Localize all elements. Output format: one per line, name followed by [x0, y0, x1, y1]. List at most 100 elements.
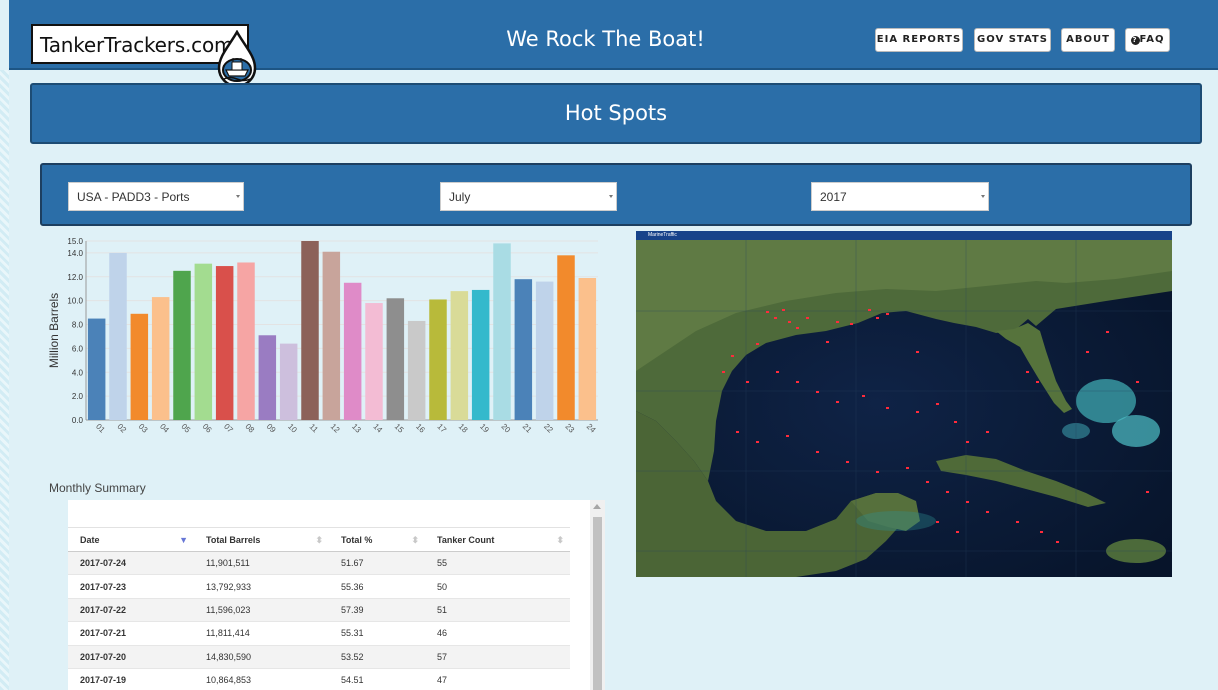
- cell-total-percent: 57.39: [329, 597, 425, 622]
- y-tick-label: 2.0: [72, 392, 84, 401]
- y-tick-label: 14.0: [67, 249, 83, 258]
- bar-24: [578, 277, 597, 420]
- bar-19: [471, 289, 490, 420]
- y-tick-label: 15.0: [67, 237, 83, 246]
- scroll-up-arrow-icon[interactable]: [593, 504, 601, 509]
- bar-13: [343, 282, 362, 420]
- cell-total-barrels: 11,596,023: [194, 597, 329, 622]
- cell-tanker-count: 46: [425, 621, 570, 646]
- bar-07: [215, 266, 234, 420]
- year-select[interactable]: 2017: [811, 182, 989, 211]
- barrels-chart: 0.0 2.0 4.0 6.0 8.0 10.0 12.0 14.0 15.0 Million B…: [38, 230, 608, 440]
- page-edge-pattern: [0, 70, 9, 690]
- y-axis-label: Million Barrels: [47, 293, 61, 368]
- x-tick-label: 19: [478, 422, 491, 435]
- table-row[interactable]: 2017-07-20 14,830,590 53.52 57: [68, 644, 570, 669]
- x-tick-label: 12: [329, 422, 342, 435]
- table-row[interactable]: 2017-07-23 13,792,933 55.36 50: [68, 574, 570, 599]
- marine-traffic-map[interactable]: MarineTraffic: [636, 231, 1172, 577]
- x-tick-label: 09: [265, 422, 278, 435]
- cell-total-barrels: 11,811,414: [194, 621, 329, 646]
- y-tick-label: 6.0: [72, 344, 84, 353]
- bar-18: [450, 291, 469, 420]
- cell-tanker-count: 51: [425, 597, 570, 622]
- table-row[interactable]: 2017-07-24 11,901,511 51.67 55: [68, 550, 570, 575]
- x-tick-label: 17: [435, 422, 448, 435]
- month-select-value: July: [449, 190, 471, 204]
- cell-tanker-count: 55: [425, 550, 570, 575]
- nav-eia-reports-button[interactable]: EIA REPORTS: [875, 28, 963, 52]
- x-tick-label: 14: [371, 422, 384, 435]
- nav-faq-button[interactable]: ? FAQ: [1125, 28, 1170, 52]
- cell-tanker-count: 50: [425, 574, 570, 599]
- sort-icon: ⬍: [556, 535, 564, 545]
- table-row[interactable]: 2017-07-19 10,864,853 54.51 47: [68, 667, 570, 690]
- nav-faq-label: FAQ: [1139, 34, 1165, 45]
- x-tick-label: 01: [94, 422, 107, 435]
- column-header-tanker-count-label: Tanker Count: [437, 534, 495, 545]
- cell-date: 2017-07-23: [68, 574, 194, 599]
- x-tick-label: 13: [350, 422, 363, 435]
- cell-total-percent: 51.67: [329, 550, 425, 575]
- column-header-total-percent[interactable]: Total % ⬍: [329, 527, 425, 552]
- sort-desc-icon: ▼: [179, 535, 188, 545]
- table-row[interactable]: 2017-07-22 11,596,023 57.39 51: [68, 597, 570, 622]
- monthly-summary-title: Monthly Summary: [49, 481, 146, 495]
- cell-total-barrels: 13,792,933: [194, 574, 329, 599]
- cell-date: 2017-07-20: [68, 644, 194, 669]
- column-header-date[interactable]: Date ▼: [68, 527, 194, 552]
- cell-total-barrels: 11,901,511: [194, 550, 329, 575]
- bar-10: [279, 343, 298, 420]
- x-tick-label: 02: [115, 422, 128, 435]
- column-header-date-label: Date: [80, 534, 100, 545]
- bar-23: [557, 255, 575, 420]
- table-header-row: Date ▼ Total Barrels ⬍ Total % ⬍ Tanker …: [68, 527, 570, 552]
- table-row[interactable]: 2017-07-21 11,811,414 55.31 46: [68, 621, 570, 646]
- table-scrollbar[interactable]: [590, 500, 605, 690]
- x-tick-label: 18: [457, 422, 470, 435]
- column-header-total-barrels[interactable]: Total Barrels ⬍: [194, 527, 329, 552]
- cell-total-percent: 55.31: [329, 621, 425, 646]
- bar-02: [109, 252, 127, 420]
- region-select-value: USA - PADD3 - Ports: [77, 190, 190, 204]
- monthly-summary-table-container[interactable]: Date ▼ Total Barrels ⬍ Total % ⬍ Tanker …: [68, 500, 605, 690]
- x-tick-label: 16: [414, 422, 427, 435]
- bar-06: [194, 263, 213, 420]
- x-tick-label: 03: [137, 422, 150, 435]
- month-select[interactable]: July: [440, 182, 617, 211]
- nav-gov-stats-button[interactable]: GOV STATS: [974, 28, 1051, 52]
- x-tick-label: 24: [585, 422, 598, 435]
- y-tick-label: 8.0: [72, 321, 84, 330]
- bar-05: [173, 270, 191, 420]
- region-select[interactable]: USA - PADD3 - Ports: [68, 182, 244, 211]
- y-tick-label: 12.0: [67, 273, 83, 282]
- map-provider-label: MarineTraffic: [648, 232, 677, 238]
- column-header-total-percent-label: Total %: [341, 534, 373, 545]
- cell-tanker-count: 47: [425, 667, 570, 690]
- nav-about-label: ABOUT: [1066, 34, 1110, 45]
- bar-11: [301, 241, 319, 420]
- bar-16: [407, 320, 426, 420]
- cell-date: 2017-07-22: [68, 597, 194, 622]
- year-select-value: 2017: [820, 190, 847, 204]
- bar-20: [493, 243, 511, 420]
- top-navbar: TankerTrackers.com We Rock The Boat! EIA…: [9, 0, 1218, 88]
- hot-spots-panel: Hot Spots: [30, 83, 1202, 144]
- x-tick-label: 15: [393, 422, 406, 435]
- bar-08: [237, 262, 255, 420]
- bar-21: [514, 279, 533, 420]
- bar-03: [130, 313, 149, 420]
- hot-spots-title: Hot Spots: [564, 101, 668, 125]
- bar-14: [365, 303, 383, 420]
- cell-tanker-count: 57: [425, 644, 570, 669]
- x-tick-label: 22: [542, 422, 555, 435]
- bar-15: [386, 298, 405, 420]
- bar-22: [535, 281, 554, 420]
- x-tick-label: 08: [243, 422, 256, 435]
- cell-date: 2017-07-24: [68, 550, 194, 575]
- monthly-summary-table: Date ▼ Total Barrels ⬍ Total % ⬍ Tanker …: [68, 527, 570, 690]
- column-header-tanker-count[interactable]: Tanker Count ⬍: [425, 527, 570, 552]
- scrollbar-thumb[interactable]: [593, 517, 602, 690]
- nav-about-button[interactable]: ABOUT: [1061, 28, 1115, 52]
- x-tick-label: 20: [499, 422, 512, 435]
